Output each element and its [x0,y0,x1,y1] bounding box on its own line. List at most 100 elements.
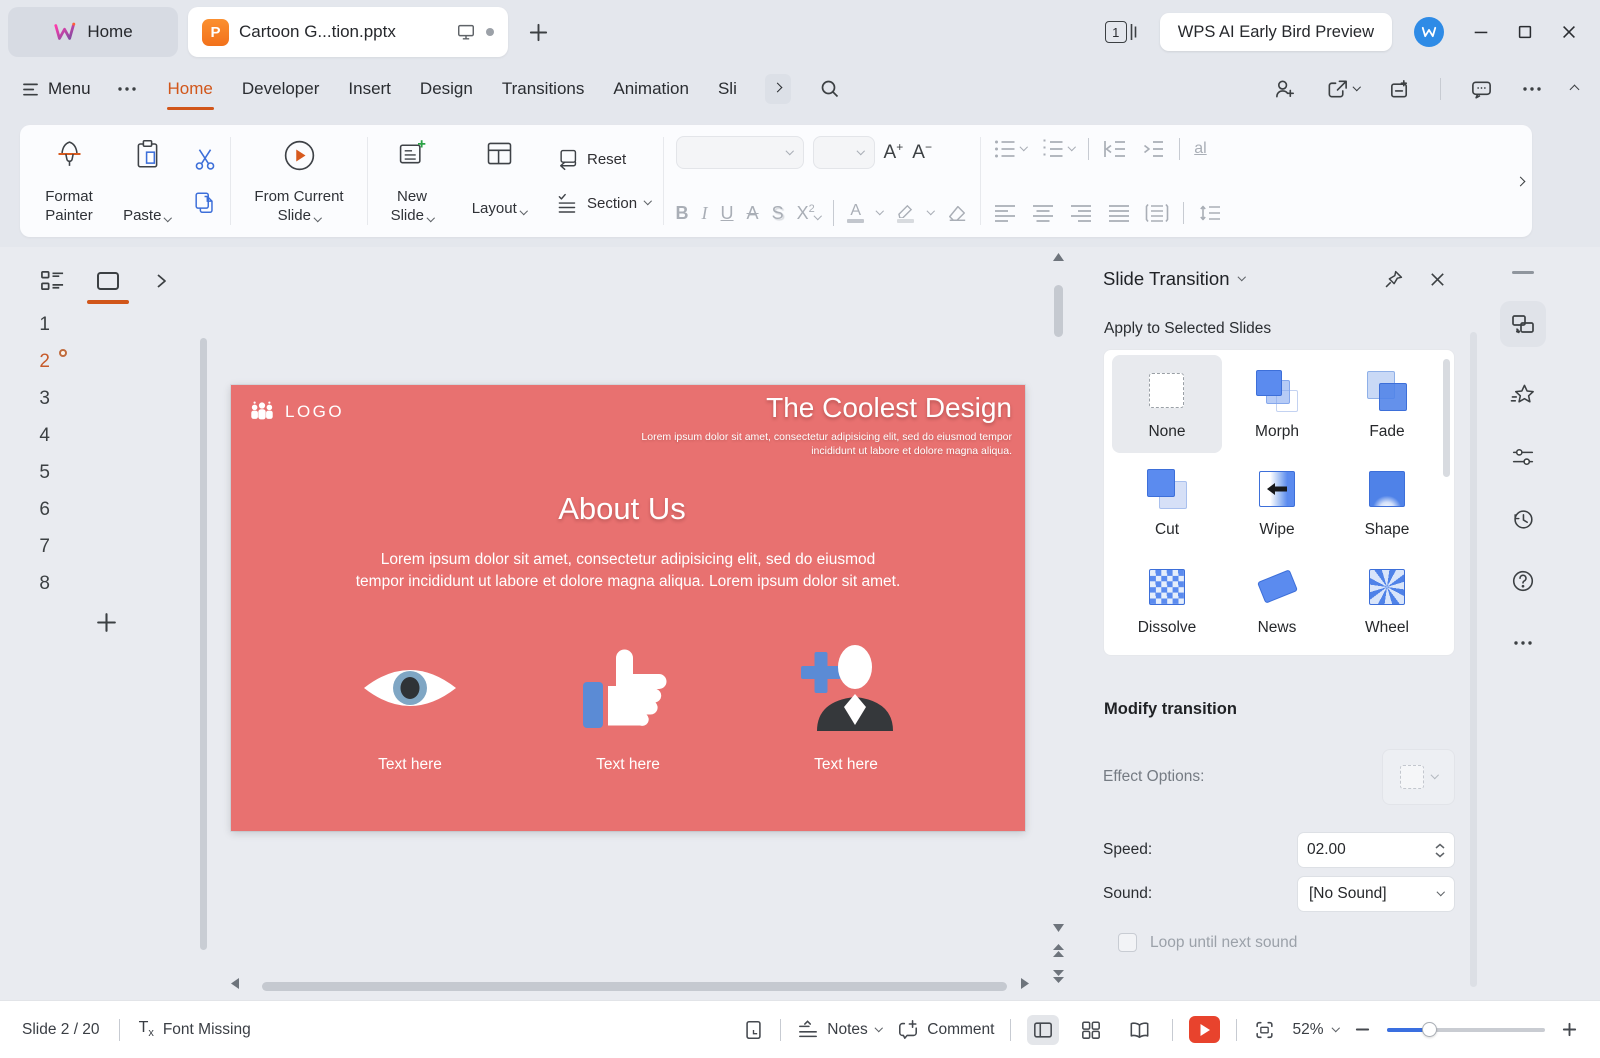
wps-ai-button[interactable]: WPS AI Early Bird Preview [1160,13,1392,51]
transition-option-morph[interactable]: Morph [1222,355,1332,453]
align-left-button[interactable] [993,203,1017,223]
increase-indent-button[interactable] [1141,138,1165,160]
zoom-slider[interactable] [1387,1022,1545,1038]
transition-card-scrollbar[interactable] [1443,359,1450,477]
font-name-select[interactable] [676,136,804,169]
text-shadow-button[interactable]: S [772,203,784,224]
line-spacing-button[interactable] [1198,203,1222,223]
strikethrough-button[interactable]: A [747,203,759,224]
zoom-in-button[interactable] [1561,1021,1578,1038]
font-color-button[interactable]: A [847,204,864,223]
numbered-list-button[interactable] [1041,138,1075,160]
font-size-select[interactable] [813,136,875,169]
history-panel-button[interactable] [1500,488,1546,550]
more-options-button[interactable] [1522,86,1542,92]
transition-option-wheel[interactable]: Wheel [1332,552,1442,650]
align-center-button[interactable] [1031,203,1055,223]
window-count-button[interactable]: 1 [1105,21,1138,43]
slideshow-play-button[interactable] [1189,1016,1220,1043]
vertical-scrollbar-thumb[interactable] [1054,285,1063,337]
close-panel-button[interactable] [1428,270,1447,289]
reset-button[interactable]: Reset [554,147,651,172]
help-button[interactable] [1500,550,1546,612]
zoom-out-button[interactable] [1354,1021,1371,1038]
cut-button[interactable] [192,146,218,172]
scroll-right-button[interactable] [1020,977,1030,990]
transition-panel-button[interactable] [1500,301,1546,347]
align-right-button[interactable] [1069,203,1093,223]
scroll-left-button[interactable] [230,977,240,990]
share-button[interactable] [1326,78,1360,100]
effect-options-dropdown[interactable] [1382,749,1455,805]
task-window-button[interactable] [743,1019,764,1041]
next-slide-button[interactable] [1052,969,1065,983]
justify-button[interactable] [1107,203,1131,223]
section-button[interactable]: Section [554,191,651,216]
speed-input[interactable] [1307,841,1435,859]
more-panels-button[interactable] [1500,612,1546,674]
distribute-text-button[interactable] [1145,203,1169,223]
slide-thumbnail-2-selected[interactable] [59,349,67,357]
wps-account-avatar[interactable] [1414,17,1444,47]
decrease-font-button[interactable]: A− [912,142,932,164]
main-menu-button[interactable]: Menu [22,79,91,99]
thumbnails-scrollbar[interactable] [200,338,207,950]
transition-option-news[interactable]: News [1222,552,1332,650]
loop-checkbox[interactable] [1118,933,1137,952]
outline-view-button[interactable] [37,266,68,296]
underline-button[interactable]: U [721,203,734,224]
share-with-people-button[interactable] [1274,78,1297,100]
font-missing-button[interactable]: Tx Font Missing [139,1019,251,1039]
minimize-button[interactable] [1472,23,1490,41]
layout-button[interactable]: Layout [462,137,536,225]
tab-transitions[interactable]: Transitions [501,75,586,103]
add-slide-button[interactable] [86,610,126,635]
clear-format-button[interactable] [946,203,968,223]
italic-button[interactable]: I [702,203,708,224]
reading-view-button[interactable] [1123,1015,1156,1045]
new-slide-button[interactable]: NewSlide [380,137,444,225]
collapse-ribbon-button[interactable] [1571,80,1578,98]
sound-dropdown[interactable]: [No Sound] [1297,876,1455,912]
tab-home[interactable]: Home [167,75,214,103]
slide-editor[interactable]: LOGO The Coolest Design Lorem ipsum dolo… [231,385,1025,831]
paste-button[interactable]: Paste [118,137,176,225]
collapse-panel-handle[interactable] [1512,271,1534,274]
search-button[interactable] [819,78,841,100]
superscript-button[interactable]: X2 [797,203,821,224]
scroll-up-button[interactable] [1052,252,1065,262]
comment-panel-button[interactable] [1470,78,1493,100]
bullet-list-button[interactable] [993,138,1027,160]
tab-design[interactable]: Design [419,75,474,103]
format-painter-button[interactable]: FormatPainter [36,137,102,225]
from-current-slide-button[interactable]: From CurrentSlide [243,135,355,227]
add-to-favorites-button[interactable] [1388,78,1411,100]
horizontal-scrollbar-thumb[interactable] [262,982,1007,991]
transition-option-wipe[interactable]: Wipe [1222,453,1332,551]
increase-font-button[interactable]: A+ [884,142,904,164]
notes-button[interactable]: Notes [797,1020,881,1040]
more-menus-button[interactable] [117,86,137,92]
ribbon-scroll-right-button[interactable] [1517,172,1524,190]
transition-option-dissolve[interactable]: Dissolve [1112,552,1222,650]
properties-panel-button[interactable] [1500,426,1546,488]
animation-panel-button[interactable] [1500,364,1546,426]
maximize-button[interactable] [1516,23,1534,41]
home-tab[interactable]: Home [8,7,178,57]
tab-slideshow-truncated[interactable]: Sli [717,75,738,103]
scroll-down-button[interactable] [1052,923,1065,933]
chevron-down-icon[interactable] [876,207,884,215]
transition-option-shape[interactable]: Shape [1332,453,1442,551]
panel-title-dropdown[interactable]: Slide Transition [1103,268,1245,290]
monitor-icon[interactable] [456,22,476,42]
new-tab-button[interactable] [528,22,549,43]
expand-panel-button[interactable] [148,268,174,294]
fit-slide-button[interactable] [1253,1019,1276,1041]
copy-button[interactable] [192,190,218,216]
transition-option-none[interactable]: None [1112,355,1222,453]
panel-scrollbar-track[interactable] [1470,332,1477,987]
pin-panel-button[interactable] [1383,269,1404,290]
close-button[interactable] [1560,23,1578,41]
slide-view-button[interactable] [92,266,124,296]
transition-option-cut[interactable]: Cut [1112,453,1222,551]
